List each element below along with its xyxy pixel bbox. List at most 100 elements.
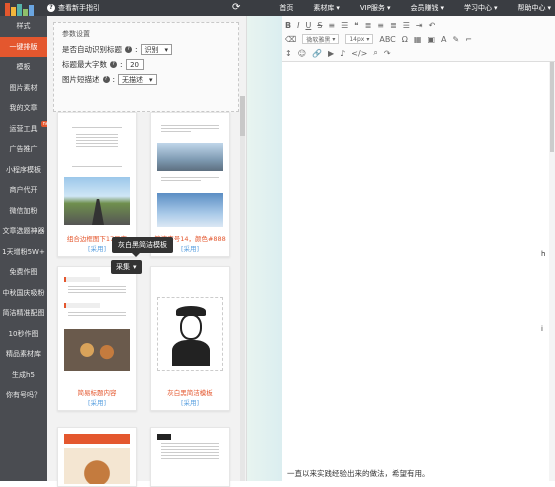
editor-area[interactable]	[282, 62, 555, 481]
search-icon[interactable]: ⌕	[373, 48, 377, 58]
sidebar-item-templates[interactable]: 模板	[0, 57, 47, 78]
table-icon[interactable]: ▦	[414, 35, 422, 44]
video-icon[interactable]: ▶	[328, 49, 334, 58]
image-desc-select[interactable]: 无描述 ▾	[118, 74, 157, 85]
sidebar-item-h5[interactable]: 生成h5	[0, 365, 47, 386]
sidebar-item-free-design[interactable]: 免费作图	[0, 262, 47, 283]
align-right-icon[interactable]: ≣	[390, 21, 397, 30]
help-icon[interactable]: ?	[125, 46, 132, 53]
scrollbar-thumb[interactable]	[240, 96, 245, 136]
sidebar-item-fans-growth[interactable]: 1天增粉5W+	[0, 242, 47, 263]
editor-scrollbar[interactable]	[549, 62, 555, 481]
editor-toolbar: B I U S ≡ ☰ ❝ ≣ ≡ ≣ ☰ ⇥ ↶ ⌫ 微软雅黑 ▾ 14px ▾ …	[282, 16, 555, 62]
sidebar-item-image-materials[interactable]: 图片素材	[0, 78, 47, 99]
code-icon[interactable]: </>	[351, 49, 367, 58]
sidebar-item-account[interactable]: 你有号吗？	[0, 385, 47, 406]
help-icon[interactable]: ?	[110, 61, 117, 68]
question-icon: ?	[47, 4, 55, 12]
music-icon[interactable]: ♪	[340, 49, 345, 58]
new-user-guide-link[interactable]: ? 查看新手指引	[47, 3, 100, 13]
caret-down-icon: ▾	[133, 263, 137, 271]
sidebar-item-image-match[interactable]: 简洁精准配图	[0, 303, 47, 324]
align-left-icon[interactable]: ≣	[365, 21, 372, 30]
scrollbar-thumb[interactable]	[550, 62, 554, 152]
template-card[interactable]	[150, 427, 230, 487]
template-thumbnail	[64, 277, 130, 337]
justify-icon[interactable]: ☰	[403, 21, 410, 30]
line-height-icon[interactable]: ↕	[285, 49, 292, 58]
underline-icon[interactable]: U	[305, 21, 311, 30]
template-use-link[interactable]: [采用]	[151, 397, 229, 407]
collect-button[interactable]: 采集 ▾	[111, 260, 142, 274]
caret-down-icon: ▾	[336, 4, 340, 12]
nav-learning[interactable]: 学习中心 ▾	[464, 3, 498, 13]
nav-materials[interactable]: 素材库 ▾	[313, 3, 340, 13]
strikethrough-icon[interactable]: S	[317, 21, 322, 30]
sidebar-item-premium-materials[interactable]: 精品素材库	[0, 344, 47, 365]
letter-spacing-icon[interactable]: ABC	[379, 35, 395, 44]
sidebar-item-festival[interactable]: 中秋国庆吸粉	[0, 283, 47, 304]
nav-earn[interactable]: 会员赚钱 ▾	[410, 3, 444, 13]
font-size-select[interactable]: 14px ▾	[345, 34, 374, 44]
nav-home[interactable]: 首页	[279, 3, 293, 13]
format-painter-icon[interactable]: ⌐	[465, 35, 472, 44]
settings-box: 参数设置 是否自动识别标题 ?: 识别 ▾ 标题最大字数 ?: 20 图片短描述 …	[53, 22, 239, 112]
sidebar-item-style[interactable]: 样式	[0, 16, 47, 37]
template-caption: 灰白黑简洁模板	[167, 389, 213, 397]
caret-down-icon: ▾	[547, 4, 551, 12]
template-card[interactable]: 灰白黑简洁模板 [采用]	[150, 266, 230, 411]
caret-down-icon: ▾	[149, 75, 153, 84]
max-chars-label: 标题最大字数	[62, 60, 107, 69]
image-desc-label: 图片短描述	[62, 75, 100, 84]
sidebar-item-my-articles[interactable]: 我的文章	[0, 98, 47, 119]
editor-body-text[interactable]: 一直以来实践经验出来的做法，希望有用。	[287, 468, 430, 479]
sidebar-item-merchant[interactable]: 商户代开	[0, 180, 47, 201]
template-card[interactable]: 简易标题内容 [采用]	[57, 266, 137, 411]
image-icon[interactable]: ▣	[427, 35, 435, 44]
unordered-list-icon[interactable]: ☰	[341, 21, 348, 30]
caret-down-icon: ▾	[440, 4, 444, 12]
portrait-illustration	[157, 297, 223, 371]
font-family-select[interactable]: 微软雅黑 ▾	[302, 34, 340, 44]
template-card[interactable]: 简洁字号14，颜色#888 [采用]	[150, 112, 230, 257]
indent-icon[interactable]: ⇥	[416, 21, 423, 30]
edge-char: h	[541, 250, 546, 258]
sidebar-item-one-click-layout[interactable]: 一键排版	[0, 36, 47, 57]
template-use-link[interactable]: [采用]	[58, 397, 136, 407]
refresh-icon[interactable]: ⟳	[232, 2, 240, 14]
font-color-icon[interactable]: A	[441, 35, 446, 44]
caret-down-icon: ▾	[332, 35, 336, 43]
sidebar-item-ops-tools[interactable]: 运营工具new	[0, 119, 55, 140]
clear-format-icon[interactable]: ⌫	[285, 35, 296, 44]
sidebar-item-wechat-fans[interactable]: 微信加粉	[0, 201, 47, 222]
auto-detect-select[interactable]: 识别 ▾	[140, 44, 173, 55]
emoji-icon[interactable]: ☺	[298, 49, 306, 58]
max-chars-input[interactable]: 20	[125, 59, 144, 70]
help-icon[interactable]: ?	[102, 76, 110, 83]
template-card[interactable]	[57, 427, 137, 487]
nav-vip[interactable]: VIP服务 ▾	[360, 3, 391, 13]
sidebar-item-topic-tool[interactable]: 文章选题神器	[0, 221, 47, 242]
highlight-icon[interactable]: ✎	[453, 35, 460, 44]
landscape-photo	[157, 143, 223, 171]
undo-icon[interactable]: ↶	[429, 21, 436, 30]
app-logo[interactable]	[5, 1, 39, 16]
italic-icon[interactable]: I	[297, 21, 299, 30]
template-caption: 简易标题内容	[77, 389, 117, 397]
template-thumbnail	[64, 119, 130, 174]
redo-icon[interactable]: ↷	[384, 49, 391, 58]
link-icon[interactable]: 🔗	[312, 49, 322, 58]
bold-icon[interactable]: B	[285, 21, 291, 30]
special-char-icon[interactable]: Ω	[402, 35, 408, 44]
nav-help[interactable]: 帮助中心 ▾	[517, 3, 551, 13]
ordered-list-icon[interactable]: ≡	[328, 21, 335, 30]
panel-scrollbar[interactable]	[240, 96, 245, 481]
sidebar-item-quick-design[interactable]: 10秒作图	[0, 324, 47, 345]
template-thumbnail	[157, 123, 223, 141]
align-center-icon[interactable]: ≡	[377, 21, 384, 30]
quote-icon[interactable]: ❝	[354, 21, 358, 30]
sidebar-item-ads[interactable]: 广告推广	[0, 139, 47, 160]
sidebar-item-miniprogram[interactable]: 小程序模板	[0, 160, 47, 181]
template-card[interactable]: 组合边框图下17号字 [采用]	[57, 112, 137, 257]
caret-down-icon: ▾	[493, 4, 498, 12]
